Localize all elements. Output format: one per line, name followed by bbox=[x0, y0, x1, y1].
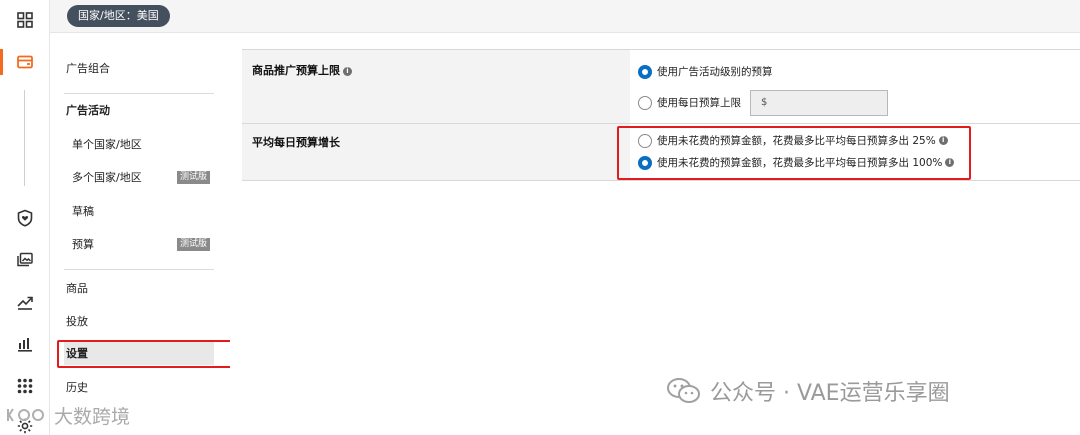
trend-icon[interactable] bbox=[0, 285, 50, 319]
apps-icon[interactable] bbox=[0, 369, 50, 403]
beta-badge: 测试版 bbox=[176, 171, 210, 184]
option-daily-cap[interactable]: 使用每日预算上限 bbox=[638, 95, 741, 110]
rail-divider bbox=[24, 90, 25, 186]
nav-products[interactable]: 商品 bbox=[66, 280, 88, 296]
budget-cap-label: 商品推广预算上限 i bbox=[252, 62, 352, 78]
nav-drafts[interactable]: 草稿 bbox=[72, 203, 94, 219]
wallet-icon[interactable] bbox=[0, 45, 50, 79]
nav-divider bbox=[64, 269, 214, 270]
media-icon[interactable] bbox=[0, 243, 50, 277]
left-nav: 广告组合 广告活动 单个国家/地区 多个国家/地区 测试版 草稿 预算 测试版 … bbox=[50, 33, 230, 435]
nav-portfolios[interactable]: 广告组合 bbox=[66, 60, 110, 76]
radio-selected[interactable] bbox=[638, 64, 652, 79]
info-icon[interactable]: i bbox=[343, 66, 352, 76]
option-daily-cap-label: 使用每日预算上限 bbox=[657, 97, 741, 109]
daily-cap-input[interactable]: $ bbox=[750, 90, 888, 116]
watermark-wechat: 公众号 · VAE运营乐享圈 bbox=[666, 374, 950, 408]
nav-history[interactable]: 历史 bbox=[66, 379, 88, 395]
wechat-icon bbox=[667, 378, 700, 403]
nav-budgets[interactable]: 预算 bbox=[72, 236, 94, 252]
beta-badge: 测试版 bbox=[176, 238, 210, 251]
icon-rail bbox=[0, 0, 50, 435]
avg-daily-growth-label-cell: 平均每日预算增长 bbox=[242, 124, 630, 180]
budget-cap-label-cell: 商品推广预算上限 i bbox=[242, 50, 630, 123]
budget-cap-row: 商品推广预算上限 i 使用广告活动级别的预算 使用每日预算上限 $ bbox=[242, 49, 1080, 124]
watermark-brand: 大数跨境 bbox=[4, 400, 130, 430]
highlight-box-growth-options bbox=[617, 126, 971, 180]
watermark-brand-text: 大数跨境 bbox=[54, 405, 131, 428]
nav-campaigns-header: 广告活动 bbox=[66, 104, 110, 117]
bar-chart-icon[interactable] bbox=[0, 327, 50, 361]
budget-cap-label-text: 商品推广预算上限 bbox=[252, 64, 340, 77]
option-campaign-budget[interactable]: 使用广告活动级别的预算 bbox=[638, 64, 773, 79]
nav-multi-country-label: 多个国家/地区 bbox=[72, 171, 142, 184]
avg-daily-growth-label: 平均每日预算增长 bbox=[252, 136, 340, 149]
watermark-text: 公众号 · VAE运营乐享圈 bbox=[710, 381, 950, 406]
grid-icon[interactable] bbox=[0, 3, 50, 37]
nav-divider bbox=[64, 93, 214, 94]
nav-placement[interactable]: 投放 bbox=[66, 313, 88, 329]
brand-logo-icon bbox=[7, 408, 44, 422]
nav-single-country[interactable]: 单个国家/地区 bbox=[72, 136, 142, 152]
top-bar: 国家/地区：美国 bbox=[50, 0, 1080, 33]
shield-icon[interactable] bbox=[0, 201, 50, 235]
option-campaign-budget-label: 使用广告活动级别的预算 bbox=[657, 66, 773, 78]
settings-panel: 商品推广预算上限 i 使用广告活动级别的预算 使用每日预算上限 $ 平均每日预算增… bbox=[230, 33, 1080, 435]
region-selector[interactable]: 国家/地区：美国 bbox=[67, 5, 170, 27]
radio-unselected[interactable] bbox=[638, 95, 652, 110]
